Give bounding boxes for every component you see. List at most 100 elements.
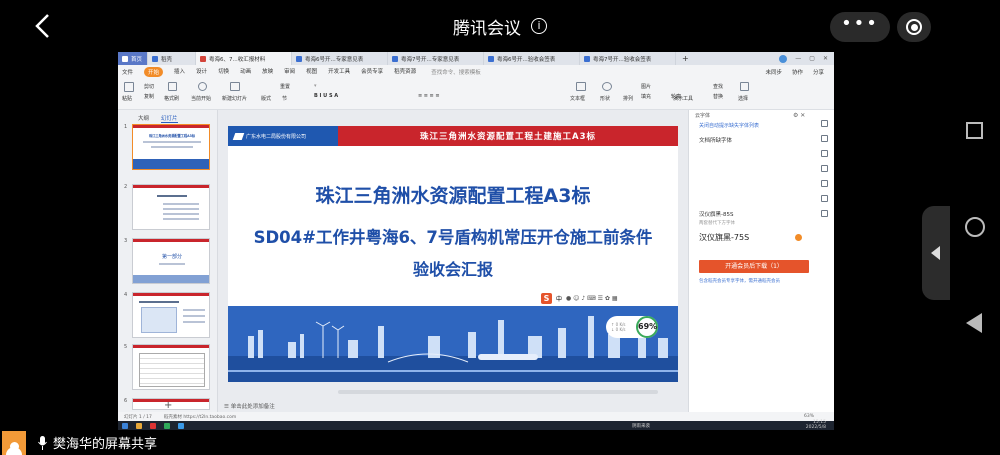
close-icon[interactable]: ✕	[823, 55, 828, 62]
paragraph-bar[interactable]: ≡ ≡ ≡ ≡	[418, 93, 440, 99]
ime-tools-icons[interactable]: ● ☺ ♪ ⌨ ☰ ✿ ▦	[566, 295, 618, 302]
thumb-title: 第一部分	[161, 254, 182, 260]
slide-thumbnail-1[interactable]: 珠江三角洲水资源配置工程A3标	[132, 124, 210, 170]
section-button[interactable]: 节	[282, 95, 287, 102]
picture-button[interactable]: 图片	[641, 83, 651, 90]
cut-button[interactable]: 剪切	[144, 83, 154, 90]
slide-thumbnail-2[interactable]	[132, 184, 210, 230]
menu-item-6[interactable]: 审阅	[284, 67, 295, 77]
animation-icon[interactable]	[821, 165, 828, 172]
menu-item-8[interactable]: 开发工具	[328, 67, 350, 77]
back-icon[interactable]	[966, 313, 982, 333]
font-name-box[interactable]: ▾	[314, 83, 317, 89]
current-slide[interactable]: 广东水电二局股份有限公司 珠江三角洲水资源配置工程土建施工A3标 珠江三角洲水资…	[228, 126, 678, 382]
settings-icon[interactable]	[821, 120, 828, 127]
network-speed-widget: ↑ 0 K/s ↓ 0 K/s 69%	[606, 316, 658, 338]
memory-percent: 69%	[636, 316, 658, 338]
maximize-icon[interactable]: ▢	[809, 55, 815, 62]
tab-outline[interactable]: 大纲	[138, 114, 149, 123]
tab-document-3[interactable]: 粤海6号开...专家意见表	[292, 52, 388, 65]
paste-button[interactable]: 粘贴	[122, 95, 132, 102]
file-menu[interactable]: 文件	[122, 68, 133, 76]
textbox-button[interactable]: 文本框	[570, 95, 585, 102]
reset-button[interactable]: 重置	[280, 83, 290, 90]
menu-item-0[interactable]: 开始	[144, 67, 164, 77]
replace-button[interactable]: 替换	[713, 93, 723, 100]
font-style-bar[interactable]: B I U S A	[314, 93, 338, 99]
add-slide-button[interactable]: +	[164, 400, 172, 411]
close-icon[interactable]: ⚙ ✕	[793, 112, 805, 119]
menu-item-2[interactable]: 设计	[196, 67, 207, 77]
collab-button[interactable]: 协作	[792, 68, 803, 76]
sharer-avatar[interactable]	[2, 430, 26, 455]
menu-item-9[interactable]: 会员专享	[361, 67, 383, 77]
notes-area[interactable]: ☰ 单击此处添加备注	[224, 402, 275, 410]
copy-button[interactable]: 复制	[144, 93, 154, 100]
location-icon[interactable]	[821, 210, 828, 217]
menu-item-1[interactable]: 插入	[174, 67, 185, 77]
record-button[interactable]	[897, 12, 931, 42]
zoom-level[interactable]: 63%	[804, 414, 834, 419]
tab-document-1[interactable]: 稻壳	[148, 52, 196, 65]
slide-thumbnail-5[interactable]	[132, 344, 210, 390]
shape-icon	[602, 82, 612, 91]
help-icon[interactable]	[821, 180, 828, 187]
presenter-tools-button[interactable]: 演示工具	[673, 95, 693, 102]
style-icon[interactable]	[821, 135, 828, 142]
thumb-number: 5	[124, 344, 128, 350]
menu-item-10[interactable]: 稻壳资源	[394, 67, 416, 77]
horizontal-scrollbar[interactable]	[338, 390, 658, 394]
user-avatar[interactable]	[779, 54, 788, 63]
download-fonts-button[interactable]: 开通会员后下载（1）	[699, 260, 809, 273]
missing-font-1[interactable]: 汉仪旗黑-85S	[699, 210, 733, 218]
browser-icon[interactable]	[178, 422, 184, 429]
select-button[interactable]: 选择	[738, 95, 748, 102]
back-arrow-icon[interactable]	[30, 12, 56, 40]
paste-icon[interactable]	[124, 82, 134, 92]
new-tab-button[interactable]: +	[676, 54, 695, 63]
ime-toolbar[interactable]: S 中 ● ☺ ♪ ⌨ ☰ ✿ ▦	[541, 291, 659, 305]
start-from-current-button[interactable]: 当前开始	[191, 95, 211, 102]
fill-button[interactable]: 填充	[641, 93, 651, 100]
wechat-icon[interactable]	[164, 422, 170, 429]
slide-thumbnail-4[interactable]	[132, 292, 210, 338]
ime-mode[interactable]: 中	[556, 294, 562, 303]
tab-document-0[interactable]: 首页	[118, 52, 148, 65]
find-button[interactable]: 查找	[713, 83, 723, 90]
close-auto-hint-link[interactable]: 关闭自动提示缺失字体列表	[699, 122, 759, 129]
company-logo: 广东水电二局股份有限公司	[228, 126, 338, 146]
more-button[interactable]: •••	[830, 12, 890, 42]
side-panel-handle[interactable]	[922, 206, 950, 300]
menu-item-4[interactable]: 动画	[240, 67, 251, 77]
format-icon[interactable]	[821, 150, 828, 157]
tab-label: 稻壳	[161, 56, 173, 63]
tab-document-5[interactable]: 粤海6号开...验收会签表	[484, 52, 580, 65]
minimize-icon[interactable]: —	[795, 55, 801, 62]
explorer-icon[interactable]	[136, 422, 142, 429]
layout-button[interactable]: 版式	[261, 95, 271, 102]
share-button[interactable]: 分享	[813, 68, 824, 76]
command-search[interactable]: 查找命令、搜索模板	[431, 68, 481, 76]
start-icon[interactable]	[122, 422, 128, 429]
tab-document-2[interactable]: 粤海6、7...收汇报材料	[196, 52, 292, 65]
arrange-button[interactable]: 排列	[623, 95, 633, 102]
format-painter-button[interactable]: 格式刷	[164, 95, 179, 102]
tab-document-6[interactable]: 粤海7号开...验收会签表	[580, 52, 676, 65]
recents-icon[interactable]	[966, 122, 983, 139]
missing-font-2[interactable]: 汉仪旗黑-75S	[699, 232, 749, 243]
home-icon[interactable]	[965, 217, 985, 237]
font-icon[interactable]	[821, 195, 828, 202]
menu-item-3[interactable]: 切换	[218, 67, 229, 77]
shape-button[interactable]: 形状	[600, 95, 610, 102]
info-icon[interactable]: i	[531, 18, 547, 34]
tab-document-4[interactable]: 粤海7号开...专家意见表	[388, 52, 484, 65]
new-slide-button[interactable]: 新建幻灯片	[222, 95, 247, 102]
menu-item-5[interactable]: 放映	[262, 67, 273, 77]
unsynced-status[interactable]: 未同步	[765, 68, 782, 76]
chevron-left-icon	[931, 246, 940, 260]
menu-item-7[interactable]: 视图	[306, 67, 317, 77]
wps-icon[interactable]	[150, 422, 156, 429]
panel-header: 云字体	[695, 113, 711, 119]
slide-thumbnail-3[interactable]: 第一部分	[132, 238, 210, 284]
tab-slides[interactable]: 幻灯片	[161, 114, 178, 123]
